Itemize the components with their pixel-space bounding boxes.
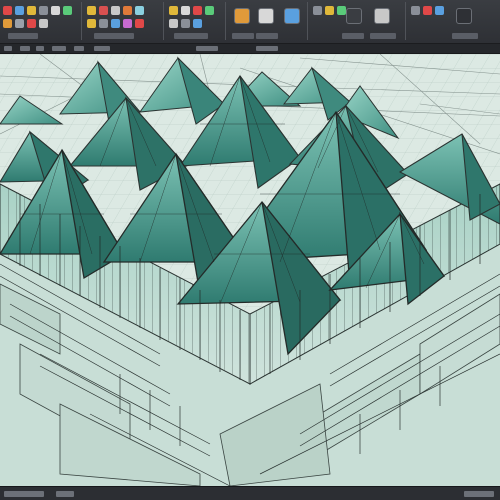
tab-stub[interactable] [256, 46, 278, 51]
status-bar [0, 486, 500, 500]
tab-stub[interactable] [94, 46, 110, 51]
move-icon[interactable] [123, 6, 132, 15]
arc-icon[interactable] [87, 19, 96, 28]
extend-icon[interactable] [181, 19, 190, 28]
folder-icon[interactable] [15, 19, 24, 28]
ribbon-button-label [452, 33, 478, 39]
material-icon[interactable] [337, 6, 346, 15]
render-icon[interactable] [258, 8, 274, 24]
tab-stub[interactable] [52, 46, 66, 51]
line-icon[interactable] [111, 6, 120, 15]
open-icon[interactable] [3, 19, 12, 28]
layer-icon[interactable] [87, 6, 96, 15]
tab-stub[interactable] [4, 46, 12, 51]
camera-icon[interactable] [313, 6, 322, 15]
tab-stub[interactable] [196, 46, 218, 51]
tab-stub[interactable] [20, 46, 30, 51]
ribbon-button-label [342, 33, 364, 39]
print-icon[interactable] [51, 6, 60, 15]
ribbon-group-draw [84, 2, 164, 40]
3d-model-viewport[interactable] [0, 54, 500, 486]
redo-icon[interactable] [39, 6, 48, 15]
ribbon-toolbar [0, 0, 500, 44]
save-icon[interactable] [15, 6, 24, 15]
ribbon-group-label [8, 33, 38, 39]
publish-icon[interactable] [435, 6, 444, 15]
fill-icon[interactable] [181, 6, 190, 15]
circle-icon[interactable] [99, 19, 108, 28]
rectangle-icon[interactable] [111, 19, 120, 28]
light-icon[interactable] [325, 6, 334, 15]
cad-application-window [0, 0, 500, 500]
settings-icon[interactable] [63, 6, 72, 15]
ribbon-group-output [408, 2, 500, 40]
copy-icon[interactable] [135, 6, 144, 15]
close-icon[interactable] [27, 19, 36, 28]
file-icon[interactable] [3, 6, 12, 15]
grid-icon[interactable] [205, 6, 214, 15]
walkthrough-icon[interactable] [374, 8, 390, 24]
section-icon[interactable] [346, 8, 362, 24]
polygon-icon[interactable] [123, 19, 132, 28]
orbit-icon[interactable] [284, 8, 300, 24]
ribbon-group-view [228, 2, 308, 40]
draw-icon[interactable] [99, 6, 108, 15]
undo-icon[interactable] [27, 6, 36, 15]
share-icon[interactable] [423, 6, 432, 15]
offset-icon[interactable] [193, 19, 202, 28]
new-icon[interactable] [39, 19, 48, 28]
plot-icon[interactable] [456, 8, 472, 24]
ribbon-group-visual [310, 2, 406, 40]
command-tab-strip [0, 44, 500, 54]
ribbon-button-label [256, 33, 278, 39]
export-icon[interactable] [411, 6, 420, 15]
ribbon-button-label [370, 33, 396, 39]
measure-icon[interactable] [193, 6, 202, 15]
tab-stub[interactable] [74, 46, 84, 51]
ribbon-button-label [232, 33, 254, 39]
view-icon[interactable] [234, 8, 250, 24]
status-mode[interactable] [56, 491, 74, 497]
status-zoom[interactable] [464, 491, 494, 497]
erase-icon[interactable] [135, 19, 144, 28]
ribbon-group-file [0, 2, 82, 40]
ribbon-group-modify [166, 2, 226, 40]
ribbon-group-label [174, 33, 208, 39]
trim-icon[interactable] [169, 19, 178, 28]
status-coordinates [4, 491, 44, 497]
color-icon[interactable] [169, 6, 178, 15]
ribbon-group-label [94, 33, 134, 39]
greenhouse-model-render [0, 54, 500, 486]
tab-stub[interactable] [36, 46, 44, 51]
